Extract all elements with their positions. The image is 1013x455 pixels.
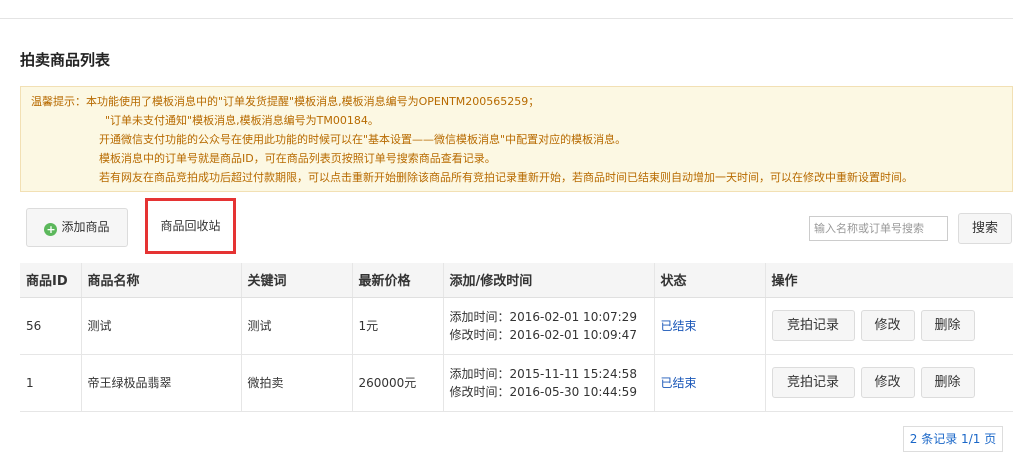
column-header-price: 最新价格 <box>352 263 444 298</box>
notice-line: 若有网友在商品竞拍成功后超过付款期限，可以点击重新开始删除该商品所有竞拍记录重新… <box>99 171 913 184</box>
column-header-status: 状态 <box>654 263 766 298</box>
bid-records-button[interactable]: 竞拍记录 <box>771 367 855 398</box>
cell-time: 添加时间：2015-11-11 15:24:58 修改时间：2016-05-30… <box>443 354 655 412</box>
recycle-bin-label: 商品回收站 <box>160 219 221 233</box>
notice-line: "订单未支付通知"模板消息,模板消息编号为TM00184。 <box>105 114 379 127</box>
delete-button[interactable]: 删除 <box>920 367 975 398</box>
notice-box: 温馨提示：本功能使用了模板消息中的"订单发货提醒"模板消息,模板消息编号为OPE… <box>20 86 1013 192</box>
cell-status: 已结束 <box>654 354 766 412</box>
cell-actions: 竞拍记录 修改 删除 <box>765 354 1013 412</box>
edit-button[interactable]: 修改 <box>860 367 915 398</box>
notice-line: 开通微信支付功能的公众号在使用此功能的时候可以在"基本设置——微信模板消息"中配… <box>99 133 627 146</box>
search-button-label: 搜索 <box>971 221 998 236</box>
status-badge: 已结束 <box>660 319 697 333</box>
cell-keyword: 微拍卖 <box>241 354 353 412</box>
cell-id: 56 <box>20 297 82 355</box>
search-input[interactable] <box>809 216 948 241</box>
top-bar <box>0 0 1013 19</box>
cell-name: 帝王绿极品翡翠 <box>81 354 242 412</box>
plus-circle-icon: + <box>44 223 58 236</box>
cell-price: 260000元 <box>352 354 444 412</box>
cell-status: 已结束 <box>654 297 766 355</box>
cell-id: 1 <box>20 354 82 412</box>
recycle-bin-button[interactable]: 商品回收站 <box>145 198 236 254</box>
column-header-actions: 操作 <box>765 263 1013 298</box>
bid-records-button[interactable]: 竞拍记录 <box>771 310 855 341</box>
column-header-time: 添加/修改时间 <box>443 263 655 298</box>
page-title: 拍卖商品列表 <box>20 51 111 69</box>
search-button[interactable]: 搜索 <box>958 213 1012 244</box>
added-time: 添加时间：2016-02-01 10:07:29 <box>449 309 637 324</box>
added-time: 添加时间：2015-11-11 15:24:58 <box>449 366 637 381</box>
table-row: 56 测试 测试 1元 添加时间：2016-02-01 10:07:29 修改时… <box>20 297 1013 355</box>
delete-button[interactable]: 删除 <box>920 310 975 341</box>
cell-keyword: 测试 <box>241 297 353 355</box>
edit-button[interactable]: 修改 <box>860 310 915 341</box>
table-header-row: 商品ID 商品名称 关键词 最新价格 添加/修改时间 状态 操作 <box>20 263 1013 298</box>
product-table: 商品ID 商品名称 关键词 最新价格 添加/修改时间 状态 操作 56 测试 测… <box>20 263 1013 412</box>
status-badge: 已结束 <box>660 376 697 390</box>
modified-time: 修改时间：2016-02-01 10:09:47 <box>449 327 637 342</box>
column-header-keyword: 关键词 <box>241 263 353 298</box>
cell-name: 测试 <box>81 297 242 355</box>
add-product-button[interactable]: + 添加商品 <box>26 208 128 247</box>
cell-time: 添加时间：2016-02-01 10:07:29 修改时间：2016-02-01… <box>443 297 655 355</box>
pagination-info[interactable]: 2 条记录 1/1 页 <box>903 426 1003 452</box>
column-header-id: 商品ID <box>20 263 82 298</box>
notice-line: 温馨提示：本功能使用了模板消息中的"订单发货提醒"模板消息,模板消息编号为OPE… <box>31 95 540 108</box>
notice-line: 模板消息中的订单号就是商品ID，可在商品列表页按照订单号搜索商品查看记录。 <box>99 152 496 165</box>
cell-price: 1元 <box>352 297 444 355</box>
table-row: 1 帝王绿极品翡翠 微拍卖 260000元 添加时间：2015-11-11 15… <box>20 354 1013 412</box>
modified-time: 修改时间：2016-05-30 10:44:59 <box>449 384 637 399</box>
column-header-name: 商品名称 <box>81 263 242 298</box>
cell-actions: 竞拍记录 修改 删除 <box>765 297 1013 355</box>
add-product-label: 添加商品 <box>61 220 110 234</box>
